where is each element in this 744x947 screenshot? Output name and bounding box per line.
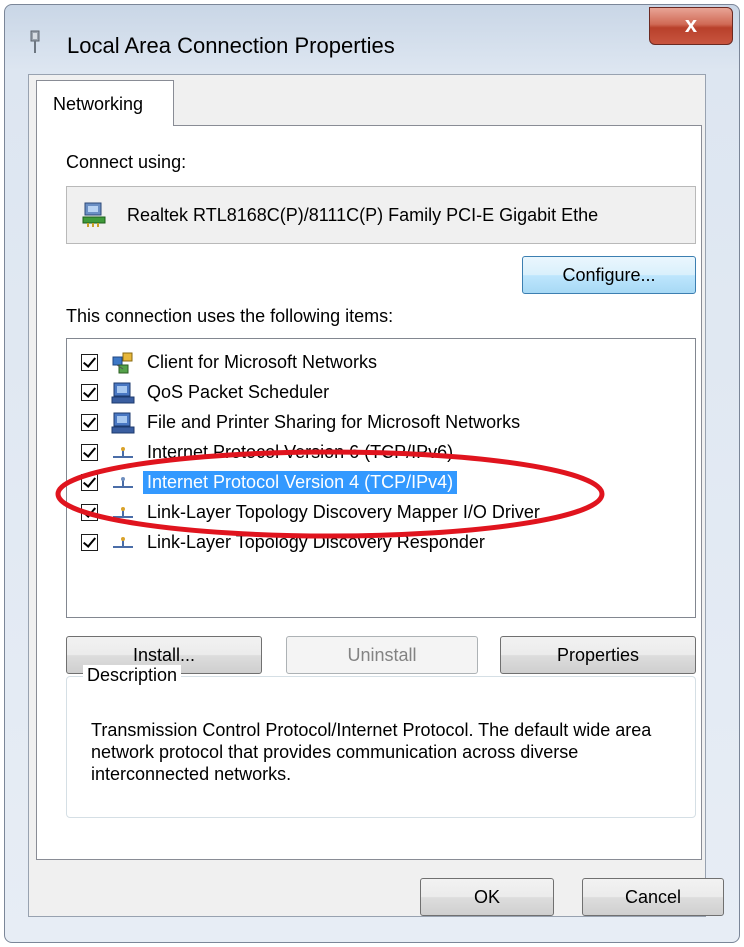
title-bar[interactable]: Local Area Connection Properties x	[5, 5, 739, 79]
items-label: This connection uses the following items…	[66, 306, 394, 326]
network-client-icon	[112, 352, 133, 374]
protocol-icon	[113, 537, 133, 548]
protocol-icon	[113, 447, 133, 458]
network-connection-icon	[30, 30, 40, 53]
protocol-icon	[113, 507, 133, 518]
checkbox-ipv4[interactable]	[81, 474, 98, 491]
list-item-ipv6[interactable]: Internet Protocol Version 6 (TCP/IPv6)	[81, 439, 691, 469]
checkbox-ipv6[interactable]	[81, 444, 98, 461]
item-label: File and Printer Sharing for Microsoft N…	[147, 412, 521, 432]
close-button[interactable]: x	[649, 7, 733, 45]
adapter-field: Realtek RTL8168C(P)/8111C(P) Family PCI-…	[66, 186, 696, 244]
connect-using-label: Connect using:	[66, 152, 187, 172]
item-label: QoS Packet Scheduler	[147, 382, 330, 402]
list-item-file-printer-sharing[interactable]: File and Printer Sharing for Microsoft N…	[81, 409, 691, 439]
uninstall-button[interactable]: Uninstall	[286, 636, 478, 674]
checkbox-client[interactable]	[81, 354, 98, 371]
checkbox-file-printer-sharing[interactable]	[81, 414, 98, 431]
cancel-button[interactable]: Cancel	[582, 878, 724, 916]
list-item-lltd-responder[interactable]: Link-Layer Topology Discovery Responder	[81, 529, 691, 559]
item-label: Internet Protocol Version 6 (TCP/IPv6)	[147, 442, 454, 462]
tab-networking[interactable]: Networking	[36, 80, 174, 126]
checkbox-lltd-mapper[interactable]	[81, 504, 98, 521]
item-label: Link-Layer Topology Discovery Mapper I/O…	[147, 502, 540, 522]
checkbox-lltd-responder[interactable]	[81, 534, 98, 551]
list-item-ipv4[interactable]: Internet Protocol Version 4 (TCP/IPv4)	[81, 469, 691, 499]
window-title: Local Area Connection Properties	[67, 33, 395, 58]
configure-button[interactable]: Configure...	[522, 256, 696, 294]
list-item-qos[interactable]: QoS Packet Scheduler	[81, 379, 691, 409]
item-label-selected: Internet Protocol Version 4 (TCP/IPv4)	[143, 471, 458, 494]
checkbox-qos[interactable]	[81, 384, 98, 401]
description-title: Description	[83, 665, 182, 686]
description-group: Description Transmission Control Protoco…	[66, 665, 696, 818]
service-icon	[111, 412, 135, 434]
list-item-client[interactable]: Client for Microsoft Networks	[81, 349, 691, 379]
ok-button[interactable]: OK	[420, 878, 554, 916]
network-adapter-icon	[82, 202, 106, 227]
description-text: Transmission Control Protocol/Internet P…	[91, 720, 652, 784]
items-listbox[interactable]: Client for Microsoft Networks QoS Packet…	[66, 338, 696, 618]
item-label: Client for Microsoft Networks	[147, 352, 378, 372]
protocol-icon	[113, 477, 133, 488]
properties-button[interactable]: Properties	[500, 636, 696, 674]
item-label: Link-Layer Topology Discovery Responder	[147, 532, 485, 552]
list-item-lltd-mapper[interactable]: Link-Layer Topology Discovery Mapper I/O…	[81, 499, 691, 529]
service-icon	[111, 382, 135, 404]
adapter-name: Realtek RTL8168C(P)/8111C(P) Family PCI-…	[127, 205, 599, 225]
